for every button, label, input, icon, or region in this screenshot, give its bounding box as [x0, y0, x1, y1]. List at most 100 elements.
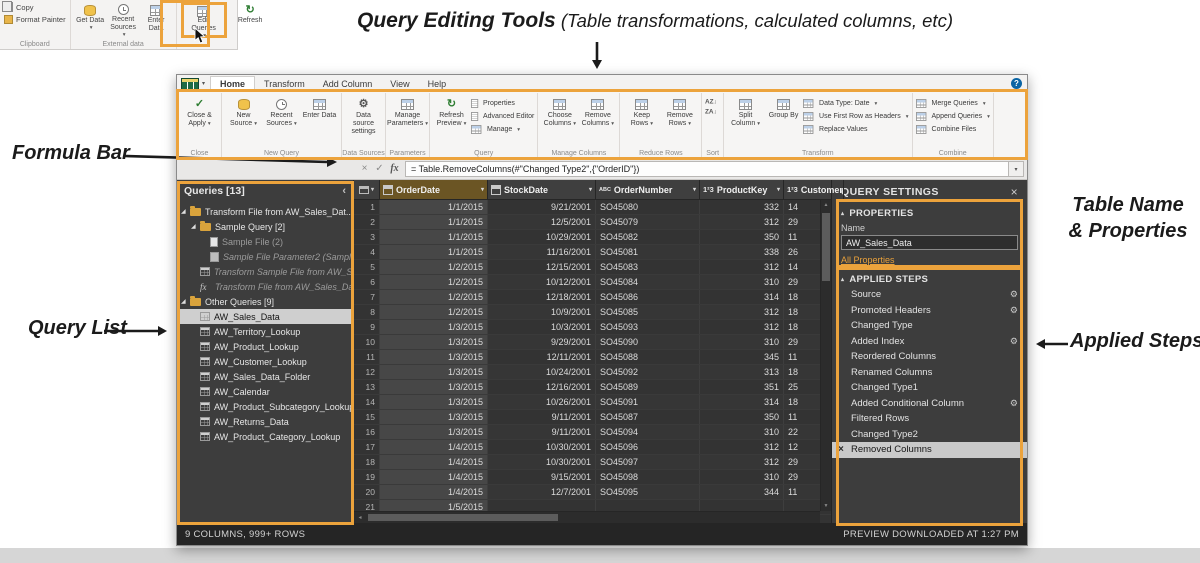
row-number[interactable]: 19 [354, 470, 380, 484]
applied-step-changed-type1[interactable]: Changed Type1 [832, 380, 1027, 396]
cell-stockdate[interactable]: 9/11/2001 [488, 425, 596, 439]
cell-productkey[interactable]: 312 [700, 320, 784, 334]
recent-sources-button[interactable]: Recent Sources ▾ [108, 2, 139, 38]
cell-orderdate[interactable]: 1/1/2015 [380, 245, 488, 259]
row-number[interactable]: 8 [354, 305, 380, 319]
row-number[interactable]: 6 [354, 275, 380, 289]
tab-transform[interactable]: Transform [255, 77, 314, 91]
applied-step-reordered-columns[interactable]: Reordered Columns [832, 349, 1027, 365]
cell-orderdate[interactable]: 1/3/2015 [380, 395, 488, 409]
cell-productkey[interactable]: 312 [700, 260, 784, 274]
gear-icon[interactable]: ⚙ [1010, 305, 1018, 316]
cell-stockdate[interactable]: 12/11/2001 [488, 350, 596, 364]
cell-stockdate[interactable]: 12/18/2001 [488, 290, 596, 304]
cell-ordernumber[interactable]: SO45092 [596, 365, 700, 379]
cell-stockdate[interactable]: 9/21/2001 [488, 200, 596, 214]
formula-input[interactable]: = Table.RemoveColumns(#"Changed Type2",{… [405, 160, 1009, 177]
filter-dropdown-icon[interactable]: ▾ [481, 186, 484, 193]
cell-ordernumber[interactable]: SO45087 [596, 410, 700, 424]
vertical-scrollbar-thumb[interactable] [822, 213, 830, 281]
cell-productkey[interactable]: 338 [700, 245, 784, 259]
cell-orderdate[interactable]: 1/3/2015 [380, 380, 488, 394]
cell-productkey[interactable]: 310 [700, 335, 784, 349]
cell-stockdate[interactable]: 10/30/2001 [488, 455, 596, 469]
app-file-icon[interactable] [181, 77, 199, 90]
table-name-input[interactable]: AW_Sales_Data [841, 235, 1018, 250]
row-number[interactable]: 9 [354, 320, 380, 334]
filter-dropdown-icon[interactable]: ▾ [777, 186, 780, 193]
query-item-sample-query-2[interactable]: ◢ Sample Query [2] [177, 219, 353, 234]
column-header-orderdate[interactable]: OrderDate ▾ [380, 180, 488, 199]
cell-ordernumber[interactable]: SO45089 [596, 380, 700, 394]
row-number[interactable]: 5 [354, 260, 380, 274]
gear-icon[interactable]: ⚙ [1010, 289, 1018, 300]
cell-ordernumber[interactable]: SO45083 [596, 260, 700, 274]
filter-dropdown-icon[interactable]: ▾ [693, 186, 696, 193]
row-number[interactable]: 1 [354, 200, 380, 214]
ribbon-button-sort-az[interactable]: AZ↓ [705, 98, 720, 106]
ribbon-button-close-apply[interactable]: ✓ Close & Apply ▾ [181, 94, 218, 147]
ribbon-button-advanced-editor[interactable]: Advanced Editor [471, 111, 534, 122]
refresh-button[interactable]: ↻ Refresh [235, 2, 266, 38]
close-pane-icon[interactable]: × [1011, 185, 1018, 199]
cell-orderdate[interactable]: 1/3/2015 [380, 425, 488, 439]
cell-orderdate[interactable]: 1/2/2015 [380, 275, 488, 289]
cell-orderdate[interactable]: 1/4/2015 [380, 485, 488, 499]
chevron-down-icon[interactable]: ▾ [202, 80, 205, 87]
query-item-aw-product-subcategory-lookup[interactable]: AW_Product_Subcategory_Lookup [177, 399, 353, 414]
column-header-stockdate[interactable]: StockDate ▾ [488, 180, 596, 199]
query-item-aw-sales-data-folder[interactable]: AW_Sales_Data_Folder [177, 369, 353, 384]
row-number[interactable]: 20 [354, 485, 380, 499]
cell-ordernumber[interactable]: SO45084 [596, 275, 700, 289]
ribbon-button-manage[interactable]: Manage ▾ [471, 124, 534, 135]
cell-ordernumber[interactable]: SO45079 [596, 215, 700, 229]
ribbon-button-sort-za[interactable]: ZA↓ [705, 108, 720, 116]
applied-step-source[interactable]: Source ⚙ [832, 287, 1027, 303]
ribbon-button-new-source[interactable]: New Source ▾ [225, 94, 262, 147]
cell-ordernumber[interactable]: SO45098 [596, 470, 700, 484]
ribbon-button-remove-rows[interactable]: Remove Rows ▾ [661, 94, 698, 147]
help-icon[interactable]: ? [1011, 78, 1022, 89]
cell-orderdate[interactable]: 1/2/2015 [380, 290, 488, 304]
query-item-sample-file-2[interactable]: Sample File (2) [177, 234, 353, 249]
cell-orderdate[interactable]: 1/3/2015 [380, 350, 488, 364]
delete-step-icon[interactable]: × [838, 444, 851, 455]
cell-productkey[interactable]: 314 [700, 395, 784, 409]
ribbon-button-data-source-settings[interactable]: ⚙ Data source settings [345, 94, 382, 147]
query-item-sample-file-parameter2-sample[interactable]: Sample File Parameter2 (Sample... [177, 249, 353, 264]
cell-ordernumber[interactable]: SO45091 [596, 395, 700, 409]
scroll-up-icon[interactable]: ▲ [821, 202, 831, 208]
cell-productkey[interactable]: 312 [700, 455, 784, 469]
row-number[interactable]: 17 [354, 440, 380, 454]
cell-orderdate[interactable]: 1/2/2015 [380, 260, 488, 274]
cell-productkey[interactable]: 313 [700, 365, 784, 379]
query-item-aw-product-lookup[interactable]: AW_Product_Lookup [177, 339, 353, 354]
ribbon-button-refresh-preview[interactable]: ↻ Refresh Preview ▾ [433, 94, 470, 147]
cell-productkey[interactable]: 312 [700, 305, 784, 319]
formula-expand-icon[interactable]: ▾ [1009, 160, 1024, 177]
row-number[interactable]: 15 [354, 410, 380, 424]
cell-orderdate[interactable]: 1/4/2015 [380, 440, 488, 454]
scroll-left-icon[interactable]: ◂ [354, 514, 366, 521]
query-item-other-queries-9[interactable]: ◢ Other Queries [9] [177, 294, 353, 309]
expander-icon[interactable]: ◢ [191, 223, 200, 230]
ribbon-button-append-queries[interactable]: Append Queries ▾ [915, 111, 990, 122]
cell-stockdate[interactable]: 12/15/2001 [488, 260, 596, 274]
applied-step-filtered-rows[interactable]: Filtered Rows [832, 411, 1027, 427]
applied-step-renamed-columns[interactable]: Renamed Columns [832, 365, 1027, 381]
cell-ordernumber[interactable]: SO45097 [596, 455, 700, 469]
applied-step-promoted-headers[interactable]: Promoted Headers ⚙ [832, 303, 1027, 319]
commit-formula-icon[interactable]: ✓ [372, 163, 387, 174]
cell-stockdate[interactable]: 10/26/2001 [488, 395, 596, 409]
enter-data-button[interactable]: Enter Data [141, 2, 172, 38]
cell-productkey[interactable]: 310 [700, 275, 784, 289]
cell-productkey[interactable]: 310 [700, 470, 784, 484]
cell-productkey[interactable]: 312 [700, 440, 784, 454]
cell-orderdate[interactable]: 1/3/2015 [380, 320, 488, 334]
row-number[interactable]: 4 [354, 245, 380, 259]
row-number[interactable]: 13 [354, 380, 380, 394]
cell-orderdate[interactable]: 1/1/2015 [380, 215, 488, 229]
grid-corner-cell[interactable]: ▾ [354, 180, 380, 199]
cell-productkey[interactable]: 344 [700, 485, 784, 499]
vertical-scrollbar[interactable]: ▲ ▼ [820, 200, 831, 511]
